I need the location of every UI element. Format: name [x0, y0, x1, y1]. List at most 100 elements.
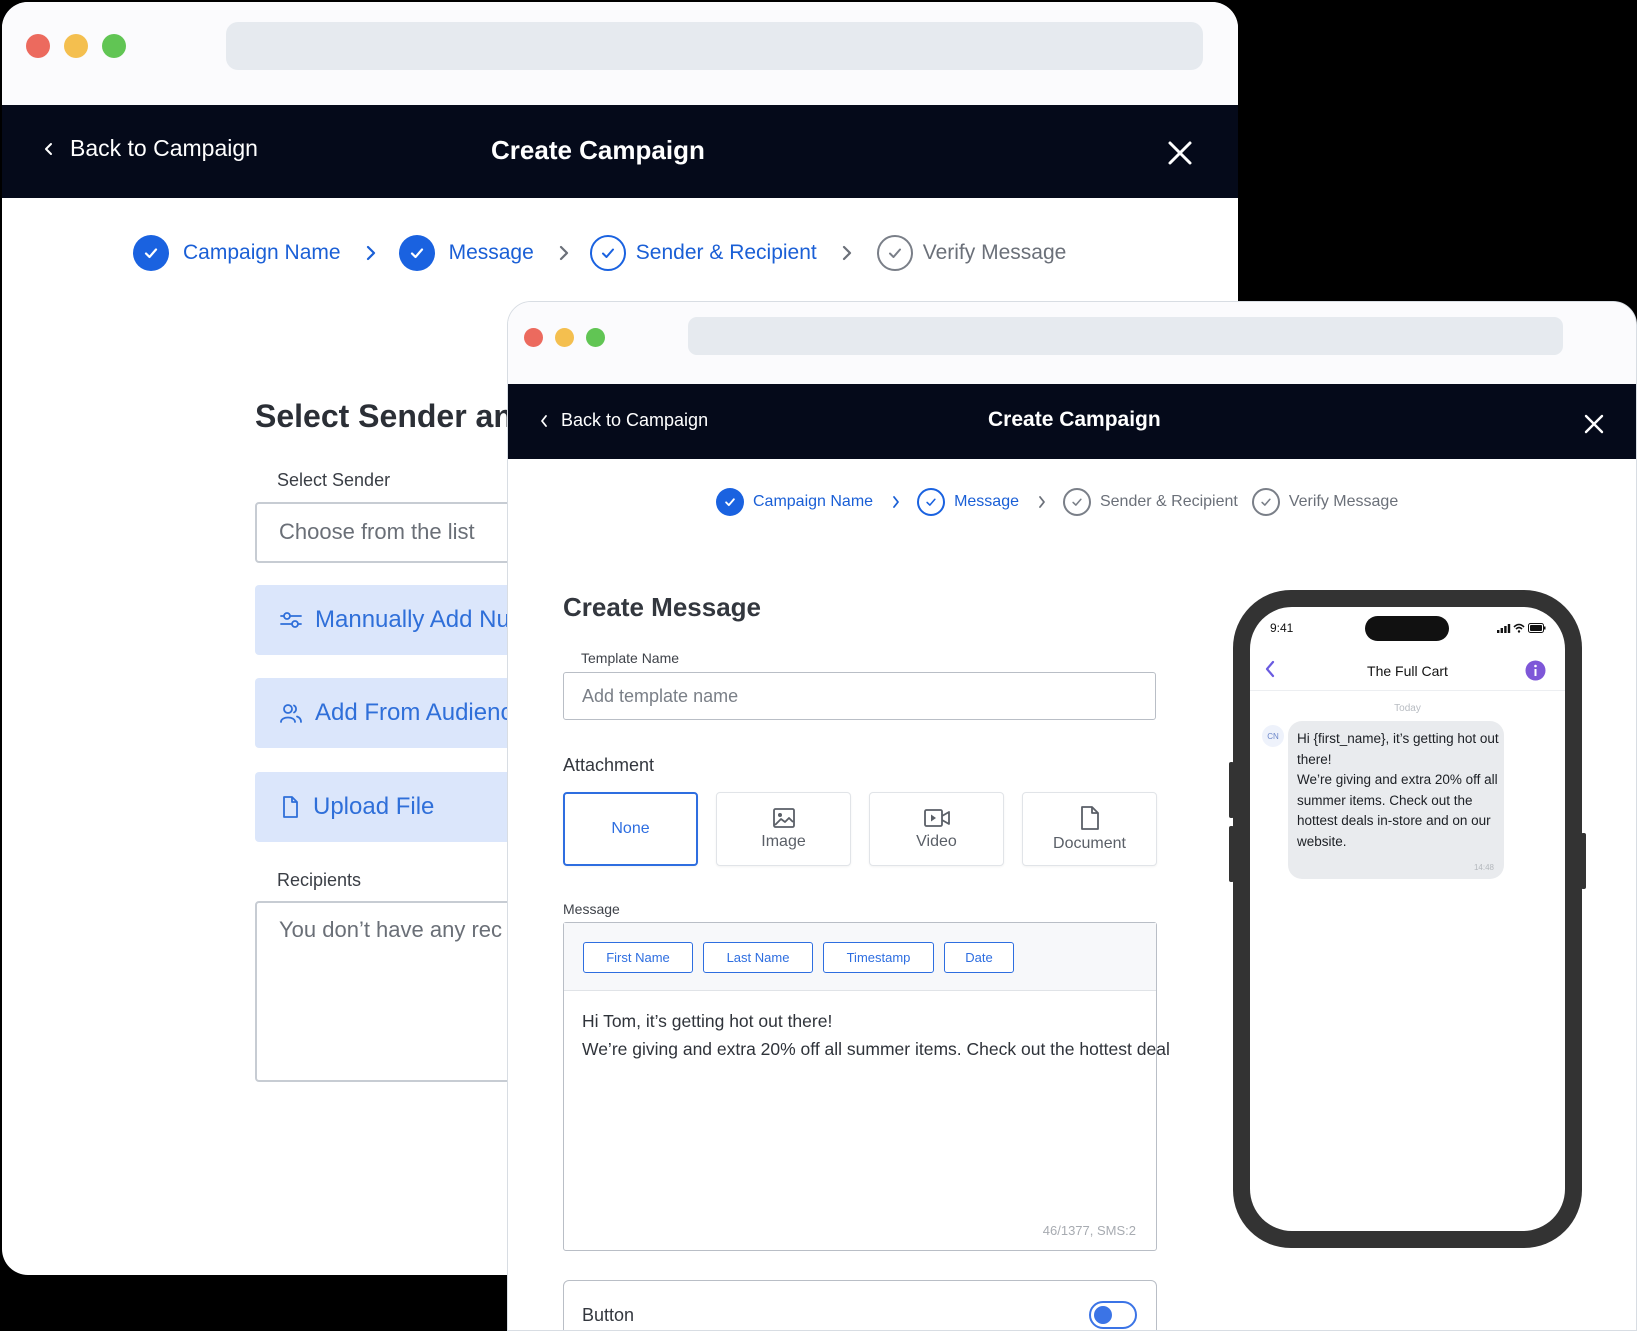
attachment-label: Attachment [563, 755, 655, 775]
section-heading: Create Message [563, 592, 761, 622]
select-sender-placeholder: Choose from the list [279, 519, 475, 544]
message-body[interactable]: Hi Tom, it’s getting hot out there! We’r… [582, 1007, 1170, 1063]
info-icon[interactable] [1525, 660, 1546, 681]
page-title: Create Campaign [491, 135, 705, 165]
message-bubble: Hi {first_name}, it’s getting hot out th… [1288, 721, 1504, 879]
file-icon [283, 796, 298, 818]
chevron-left-icon [541, 414, 547, 427]
button-label: Mannually Add Nu [315, 606, 510, 633]
phone-side-button [1229, 762, 1234, 818]
check-icon [917, 488, 946, 516]
dynamic-island [1365, 616, 1449, 641]
attachment-option-label: None [611, 820, 650, 837]
close-traffic-light[interactable] [524, 328, 543, 347]
select-sender-label: Select Sender [277, 470, 391, 490]
address-bar[interactable] [226, 22, 1203, 70]
step-label: Verify Message [1288, 493, 1399, 510]
back-to-campaign-link[interactable]: Back to Campaign [538, 410, 708, 431]
chevron-right-icon [559, 245, 568, 261]
attachment-option-video[interactable]: Video [869, 792, 1004, 866]
minimize-traffic-light[interactable] [555, 328, 574, 347]
address-bar[interactable] [688, 317, 1563, 355]
front-window: Back to Campaign Create Campaign Campaig… [507, 301, 1637, 1331]
wifi-icon [1513, 623, 1525, 633]
step-verify-message[interactable]: Verify Message [876, 235, 1067, 271]
step-message[interactable]: Message [917, 488, 1019, 516]
chevron-left-icon [45, 142, 52, 155]
close-traffic-light[interactable] [26, 34, 50, 58]
back-to-campaign-link[interactable]: Back to Campaign [42, 135, 258, 162]
check-icon [716, 488, 744, 516]
button-label: Upload File [313, 793, 435, 820]
browser-chrome [2, 2, 1238, 105]
step-label: Sender & Recipient [635, 241, 817, 264]
step-label: Campaign Name [753, 493, 874, 510]
phone-side-button [1581, 833, 1586, 889]
button-option-row: Button [563, 1280, 1157, 1330]
message-label: Message [563, 901, 620, 917]
template-name-input[interactable]: Add template name [563, 672, 1156, 720]
attachment-option-none[interactable]: None [563, 792, 698, 866]
message-editor[interactable]: First Name Last Name Timestamp Date Hi T… [563, 922, 1170, 1251]
step-campaign-name[interactable]: Campaign Name [716, 488, 873, 516]
avatar: CN [1262, 725, 1284, 747]
message-line: We’re giving and extra 20% off all summe… [582, 1039, 1170, 1059]
close-icon[interactable] [1167, 140, 1193, 166]
variable-toolbar: First Name Last Name Timestamp Date [564, 923, 1156, 991]
document-icon [1080, 806, 1099, 830]
template-name-label: Template Name [581, 650, 680, 666]
battery-icon [1528, 623, 1546, 633]
insert-timestamp-chip[interactable]: Timestamp [823, 942, 934, 973]
maximize-traffic-light[interactable] [102, 34, 126, 58]
insert-date-chip[interactable]: Date [944, 942, 1014, 973]
button-toggle[interactable] [1089, 1301, 1137, 1329]
chevron-right-icon [1039, 496, 1045, 508]
message-bubble-text: Hi {first_name}, it’s getting hot out th… [1297, 731, 1499, 849]
close-icon[interactable] [1584, 414, 1604, 434]
chat-header: The Full Cart [1250, 649, 1565, 691]
browser-chrome [508, 302, 1636, 384]
top-navbar: Back to Campaign Create Campaign [2, 105, 1238, 198]
step-label: Verify Message [922, 241, 1067, 264]
minimize-traffic-light[interactable] [64, 34, 88, 58]
progress-stepper: Campaign Name Message Sender & Recipient… [716, 488, 1398, 516]
page-title: Create Campaign [988, 408, 1161, 431]
maximize-traffic-light[interactable] [586, 328, 605, 347]
check-icon [398, 235, 435, 271]
step-message[interactable]: Message [398, 235, 534, 271]
step-label: Message [954, 493, 1019, 510]
image-icon [772, 808, 795, 828]
template-name-placeholder: Add template name [582, 686, 739, 706]
progress-stepper: Campaign Name Message Sender & Recipient… [133, 235, 1066, 271]
toggle-knob [1094, 1306, 1112, 1324]
top-navbar: Back to Campaign Create Campaign [508, 384, 1636, 459]
recipients-placeholder: You don’t have any rec [279, 917, 503, 942]
video-icon [923, 809, 950, 827]
phone-screen: 9:41 The Full Cart Today CN Hi {first_na… [1250, 607, 1565, 1231]
phone-side-button [1229, 826, 1234, 882]
chevron-right-icon [893, 496, 899, 508]
chevron-right-icon [842, 245, 851, 261]
button-label: Add From Audienc [315, 699, 513, 726]
insert-first-name-chip[interactable]: First Name [583, 942, 693, 973]
attachment-option-document[interactable]: Document [1022, 792, 1157, 866]
status-time: 9:41 [1270, 621, 1294, 635]
attachment-option-image[interactable]: Image [716, 792, 851, 866]
step-campaign-name[interactable]: Campaign Name [133, 235, 341, 271]
check-icon [876, 235, 913, 271]
button-option-label: Button [582, 1305, 635, 1325]
message-bubble-time: 14:48 [1473, 863, 1494, 872]
step-sender-recipient[interactable]: Sender & Recipient [1062, 488, 1238, 516]
attachment-option-label: Video [916, 833, 957, 850]
step-label: Sender & Recipient [1099, 493, 1238, 510]
check-icon [1062, 488, 1091, 516]
chevron-right-icon [366, 245, 375, 261]
step-verify-message[interactable]: Verify Message [1251, 488, 1399, 516]
signal-icon [1497, 624, 1511, 633]
check-icon [589, 235, 626, 271]
attachment-option-label: Document [1053, 835, 1126, 852]
chat-date-divider: Today [1394, 703, 1421, 714]
insert-last-name-chip[interactable]: Last Name [703, 942, 813, 973]
sliders-icon [280, 612, 302, 628]
step-sender-recipient[interactable]: Sender & Recipient [589, 235, 817, 271]
